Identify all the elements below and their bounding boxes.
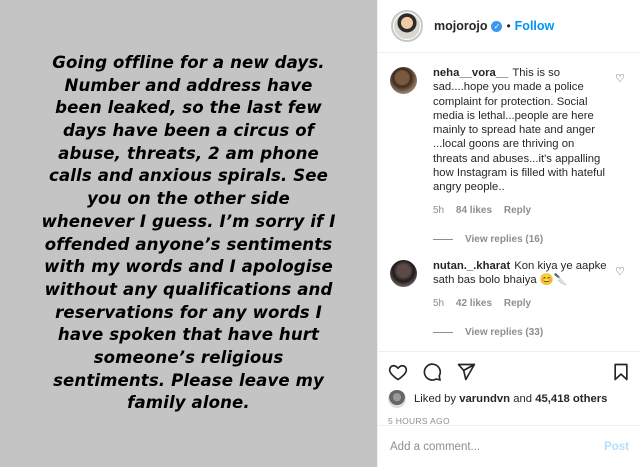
heart-icon[interactable] xyxy=(388,362,408,382)
post-sidebar: mojorojo ✓ • Follow neha__vora__ This is … xyxy=(377,0,640,467)
comment-likes[interactable]: 42 likes xyxy=(456,298,492,309)
comment-like-heart-icon[interactable]: ♡ xyxy=(615,72,625,85)
view-replies-button[interactable]: View replies (33) xyxy=(433,327,629,338)
replies-divider xyxy=(433,331,453,333)
comment-text: This is so sad....hope you made a police… xyxy=(433,67,606,194)
commenter-avatar[interactable] xyxy=(390,67,417,94)
instagram-post: Going offline for a new days. Number and… xyxy=(0,0,640,467)
reply-button[interactable]: Reply xyxy=(504,205,531,216)
post-comment-button[interactable]: Post xyxy=(604,441,629,453)
action-icons xyxy=(388,358,631,386)
view-replies-button[interactable]: View replies (16) xyxy=(433,234,629,245)
commenter-avatar[interactable] xyxy=(390,259,417,287)
post-header: mojorojo ✓ • Follow xyxy=(378,0,640,53)
reply-button[interactable]: Reply xyxy=(504,298,531,309)
post-image-text: Going offline for a new days. Number and… xyxy=(41,52,336,413)
liker-avatar[interactable] xyxy=(388,390,406,408)
author-avatar-image xyxy=(394,13,420,39)
likes-prefix: Liked by xyxy=(414,393,457,405)
add-comment-bar: Post xyxy=(378,425,640,467)
comment-meta: 5h 42 likes Reply xyxy=(433,297,611,311)
comment-icon[interactable] xyxy=(422,362,442,382)
add-comment-input[interactable] xyxy=(390,440,605,453)
comment-likes[interactable]: 84 likes xyxy=(456,205,492,216)
author-username[interactable]: mojorojo xyxy=(434,19,487,33)
commenter-username[interactable]: nutan._.kharat xyxy=(433,260,510,272)
comment-body: nutan._.kharat Kon kiya ye aapke sath bas… xyxy=(433,259,611,311)
liker-username[interactable]: varundvn xyxy=(459,393,510,405)
comment-meta: 5h 84 likes Reply xyxy=(433,204,611,218)
author-avatar[interactable] xyxy=(391,10,423,42)
comment-like-heart-icon[interactable]: ♡ xyxy=(615,265,625,278)
view-replies-label: View replies (16) xyxy=(465,233,544,245)
comment-item: nutan._.kharat Kon kiya ye aapke sath bas… xyxy=(390,259,629,311)
verified-badge-icon: ✓ xyxy=(491,20,503,32)
commenter-username[interactable]: neha__vora__ xyxy=(433,67,508,79)
comment-body: neha__vora__ This is so sad....hope you m… xyxy=(433,66,611,218)
likes-count[interactable]: 45,418 others xyxy=(535,393,607,405)
comment-time[interactable]: 5h xyxy=(433,205,444,216)
comments-list[interactable]: neha__vora__ This is so sad....hope you m… xyxy=(378,54,640,350)
comment-time[interactable]: 5h xyxy=(433,298,444,309)
likes-summary: Liked by varundvn and 45,418 others xyxy=(388,390,631,408)
view-replies-label: View replies (33) xyxy=(465,326,544,338)
bookmark-icon[interactable] xyxy=(611,362,631,382)
post-image[interactable]: Going offline for a new days. Number and… xyxy=(0,0,377,467)
follow-button[interactable]: Follow xyxy=(515,19,555,33)
likes-middle: and xyxy=(513,393,533,405)
share-icon[interactable] xyxy=(456,362,476,382)
header-separator: • xyxy=(506,19,511,33)
replies-divider xyxy=(433,238,453,240)
comment-item: neha__vora__ This is so sad....hope you m… xyxy=(390,66,629,218)
